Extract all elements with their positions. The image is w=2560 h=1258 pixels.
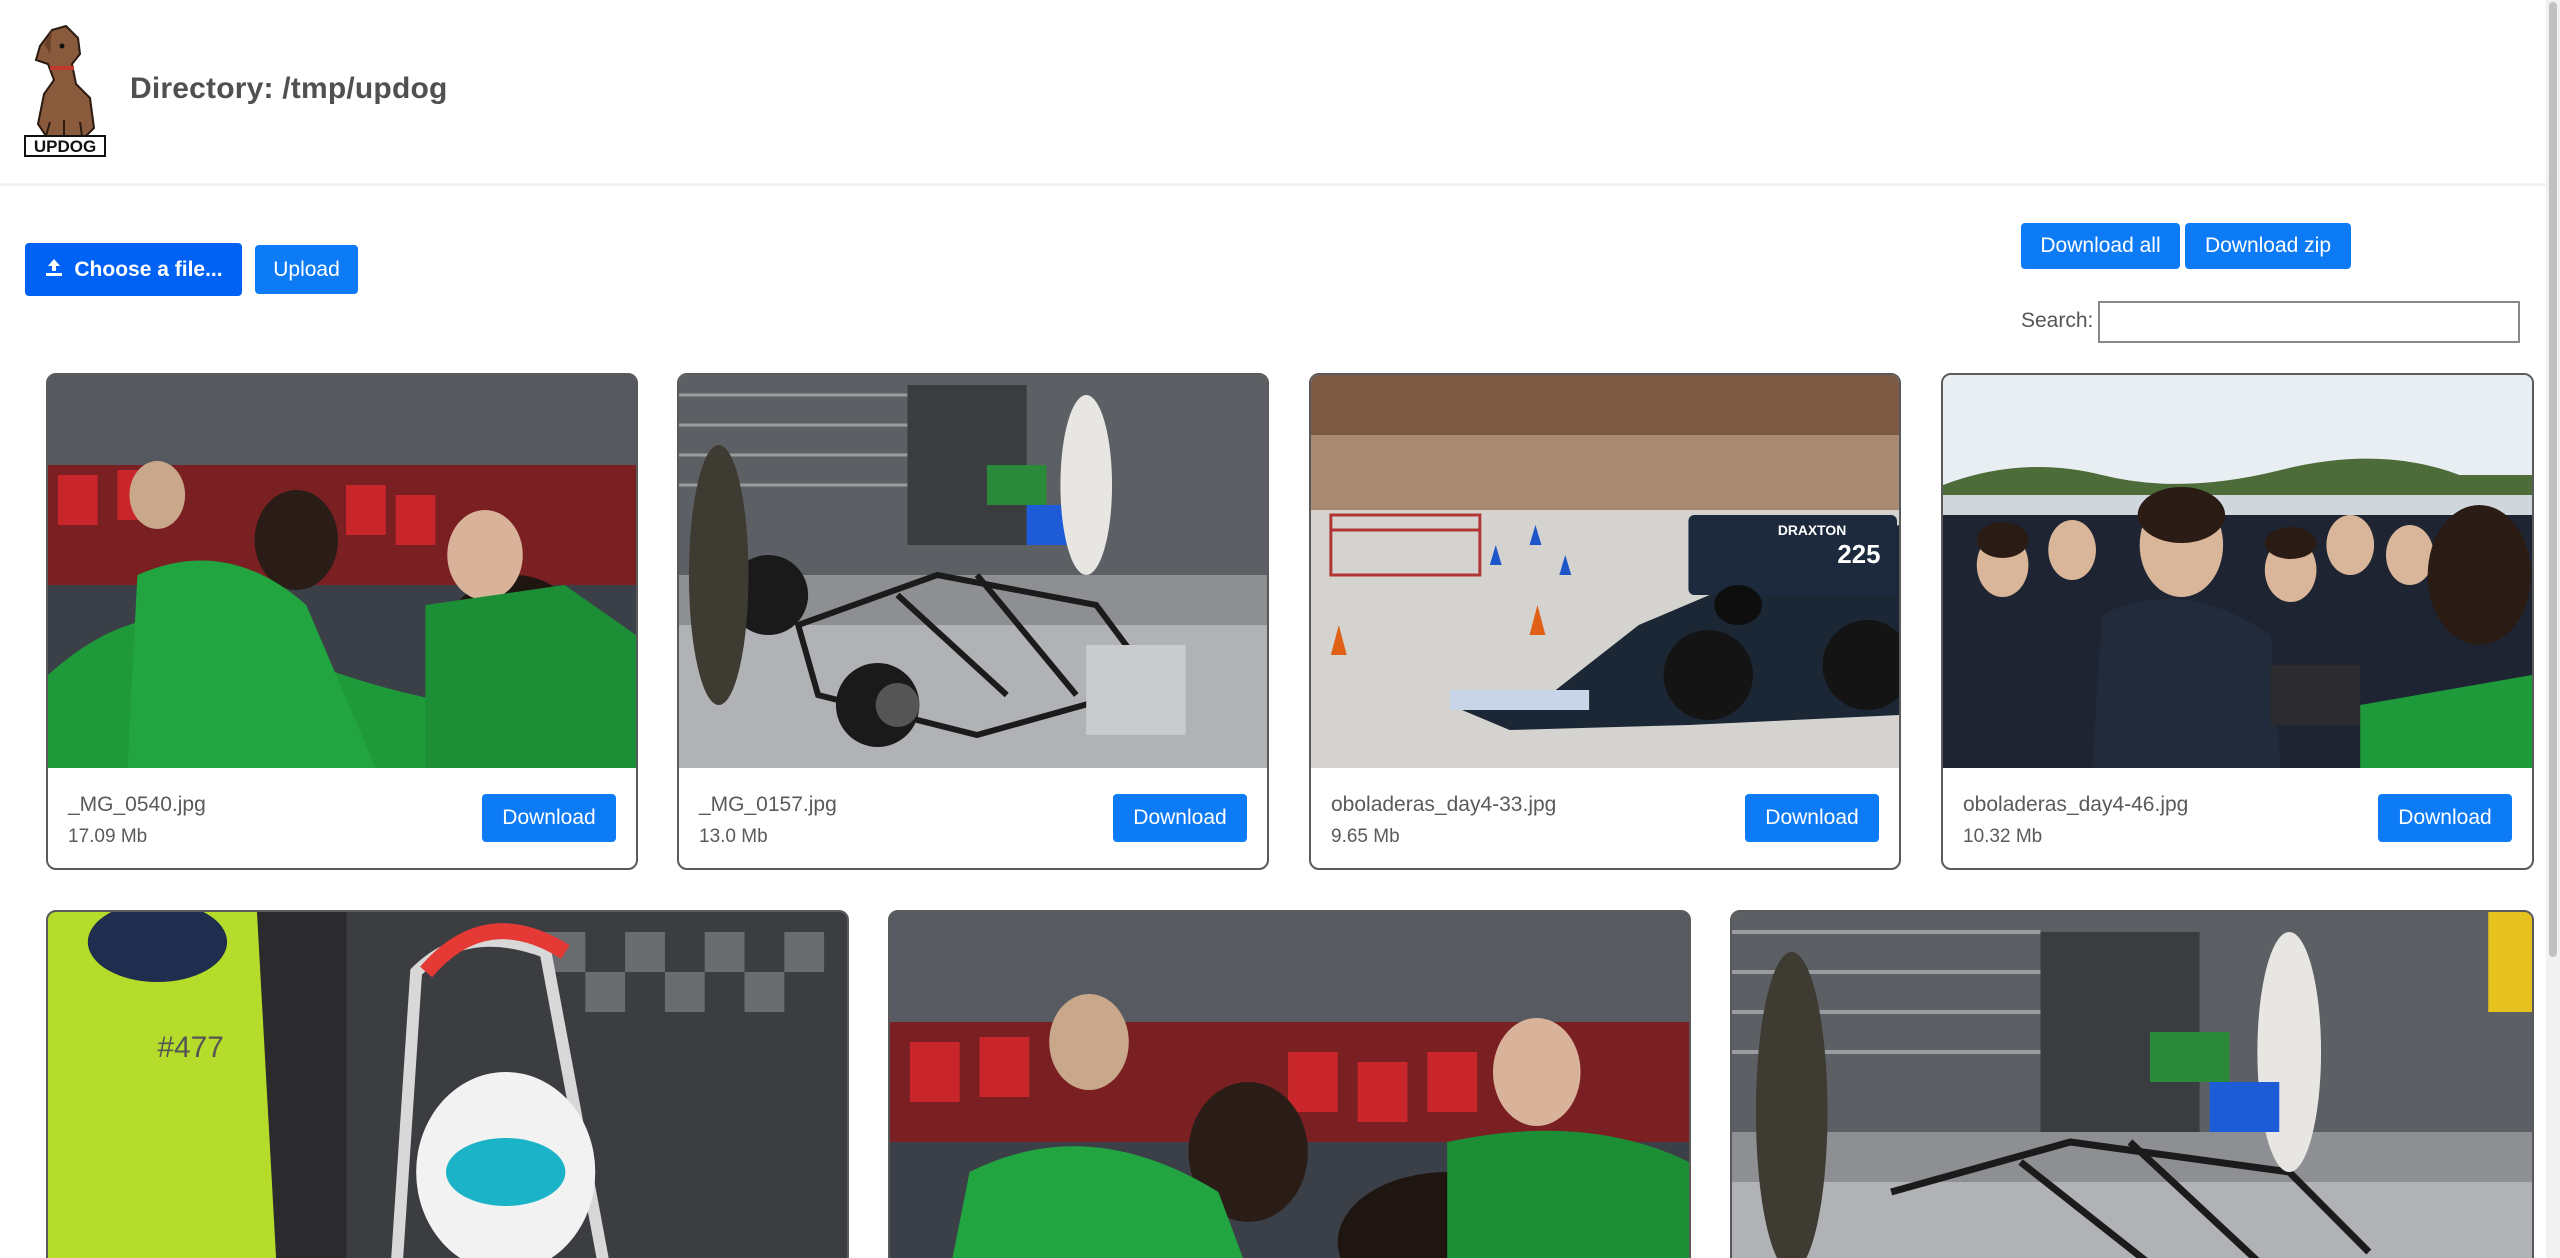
file-card: DRAXTON 225 oboladeras_day4-33.jpg 9.65 … [1309,373,1901,870]
scrollbar-thumb[interactable] [2549,2,2557,957]
search-label: Search: [2021,309,2094,332]
file-thumbnail[interactable]: #477 [48,912,847,1258]
choose-file-button[interactable]: Choose a file... [25,243,242,296]
file-card [1730,910,2534,1258]
file-thumbnail[interactable] [679,375,1267,768]
page-header: UPDOG Directory: /tmp/updog [0,0,2546,186]
file-name: _MG_0540.jpg [68,793,206,816]
updog-logo: UPDOG [24,24,106,158]
download-button[interactable]: Download [2378,794,2512,842]
logo-text: UPDOG [34,137,96,156]
svg-text:#477: #477 [157,1031,223,1064]
file-card: _MG_0157.jpg 13.0 Mb Download [677,373,1269,870]
choose-file-label: Choose a file... [74,257,223,281]
download-button[interactable]: Download [1113,794,1247,842]
search-input[interactable] [2098,301,2520,343]
download-zip-button[interactable]: Download zip [2185,223,2351,269]
download-button[interactable]: Download [482,794,616,842]
file-card [888,910,1691,1258]
file-thumbnail[interactable] [1943,375,2532,768]
file-thumbnail[interactable] [48,375,636,768]
file-name: oboladeras_day4-46.jpg [1963,793,2189,816]
file-name: _MG_0157.jpg [699,793,837,816]
file-size: 17.09 Mb [68,826,148,847]
file-card: _MG_0540.jpg 17.09 Mb Download [46,373,638,870]
svg-text:DRAXTON: DRAXTON [1778,522,1846,538]
file-thumbnail[interactable]: DRAXTON 225 [1311,375,1899,768]
file-name: oboladeras_day4-33.jpg [1331,793,1557,816]
file-size: 9.65 Mb [1331,826,1400,847]
page-scrollbar[interactable] [2546,0,2560,1258]
file-thumbnail[interactable] [890,912,1689,1258]
file-thumbnail[interactable] [1732,912,2532,1258]
file-size: 13.0 Mb [699,826,768,847]
download-button[interactable]: Download [1745,794,1879,842]
upload-button[interactable]: Upload [255,245,358,294]
upload-icon [44,257,64,283]
svg-text:225: 225 [1837,541,1880,569]
download-all-button[interactable]: Download all [2021,223,2180,269]
file-size: 10.32 Mb [1963,826,2043,847]
page-title: Directory: /tmp/updog [130,72,448,105]
file-card: oboladeras_day4-46.jpg 10.32 Mb Download [1941,373,2534,870]
file-card: #477 [46,910,849,1258]
